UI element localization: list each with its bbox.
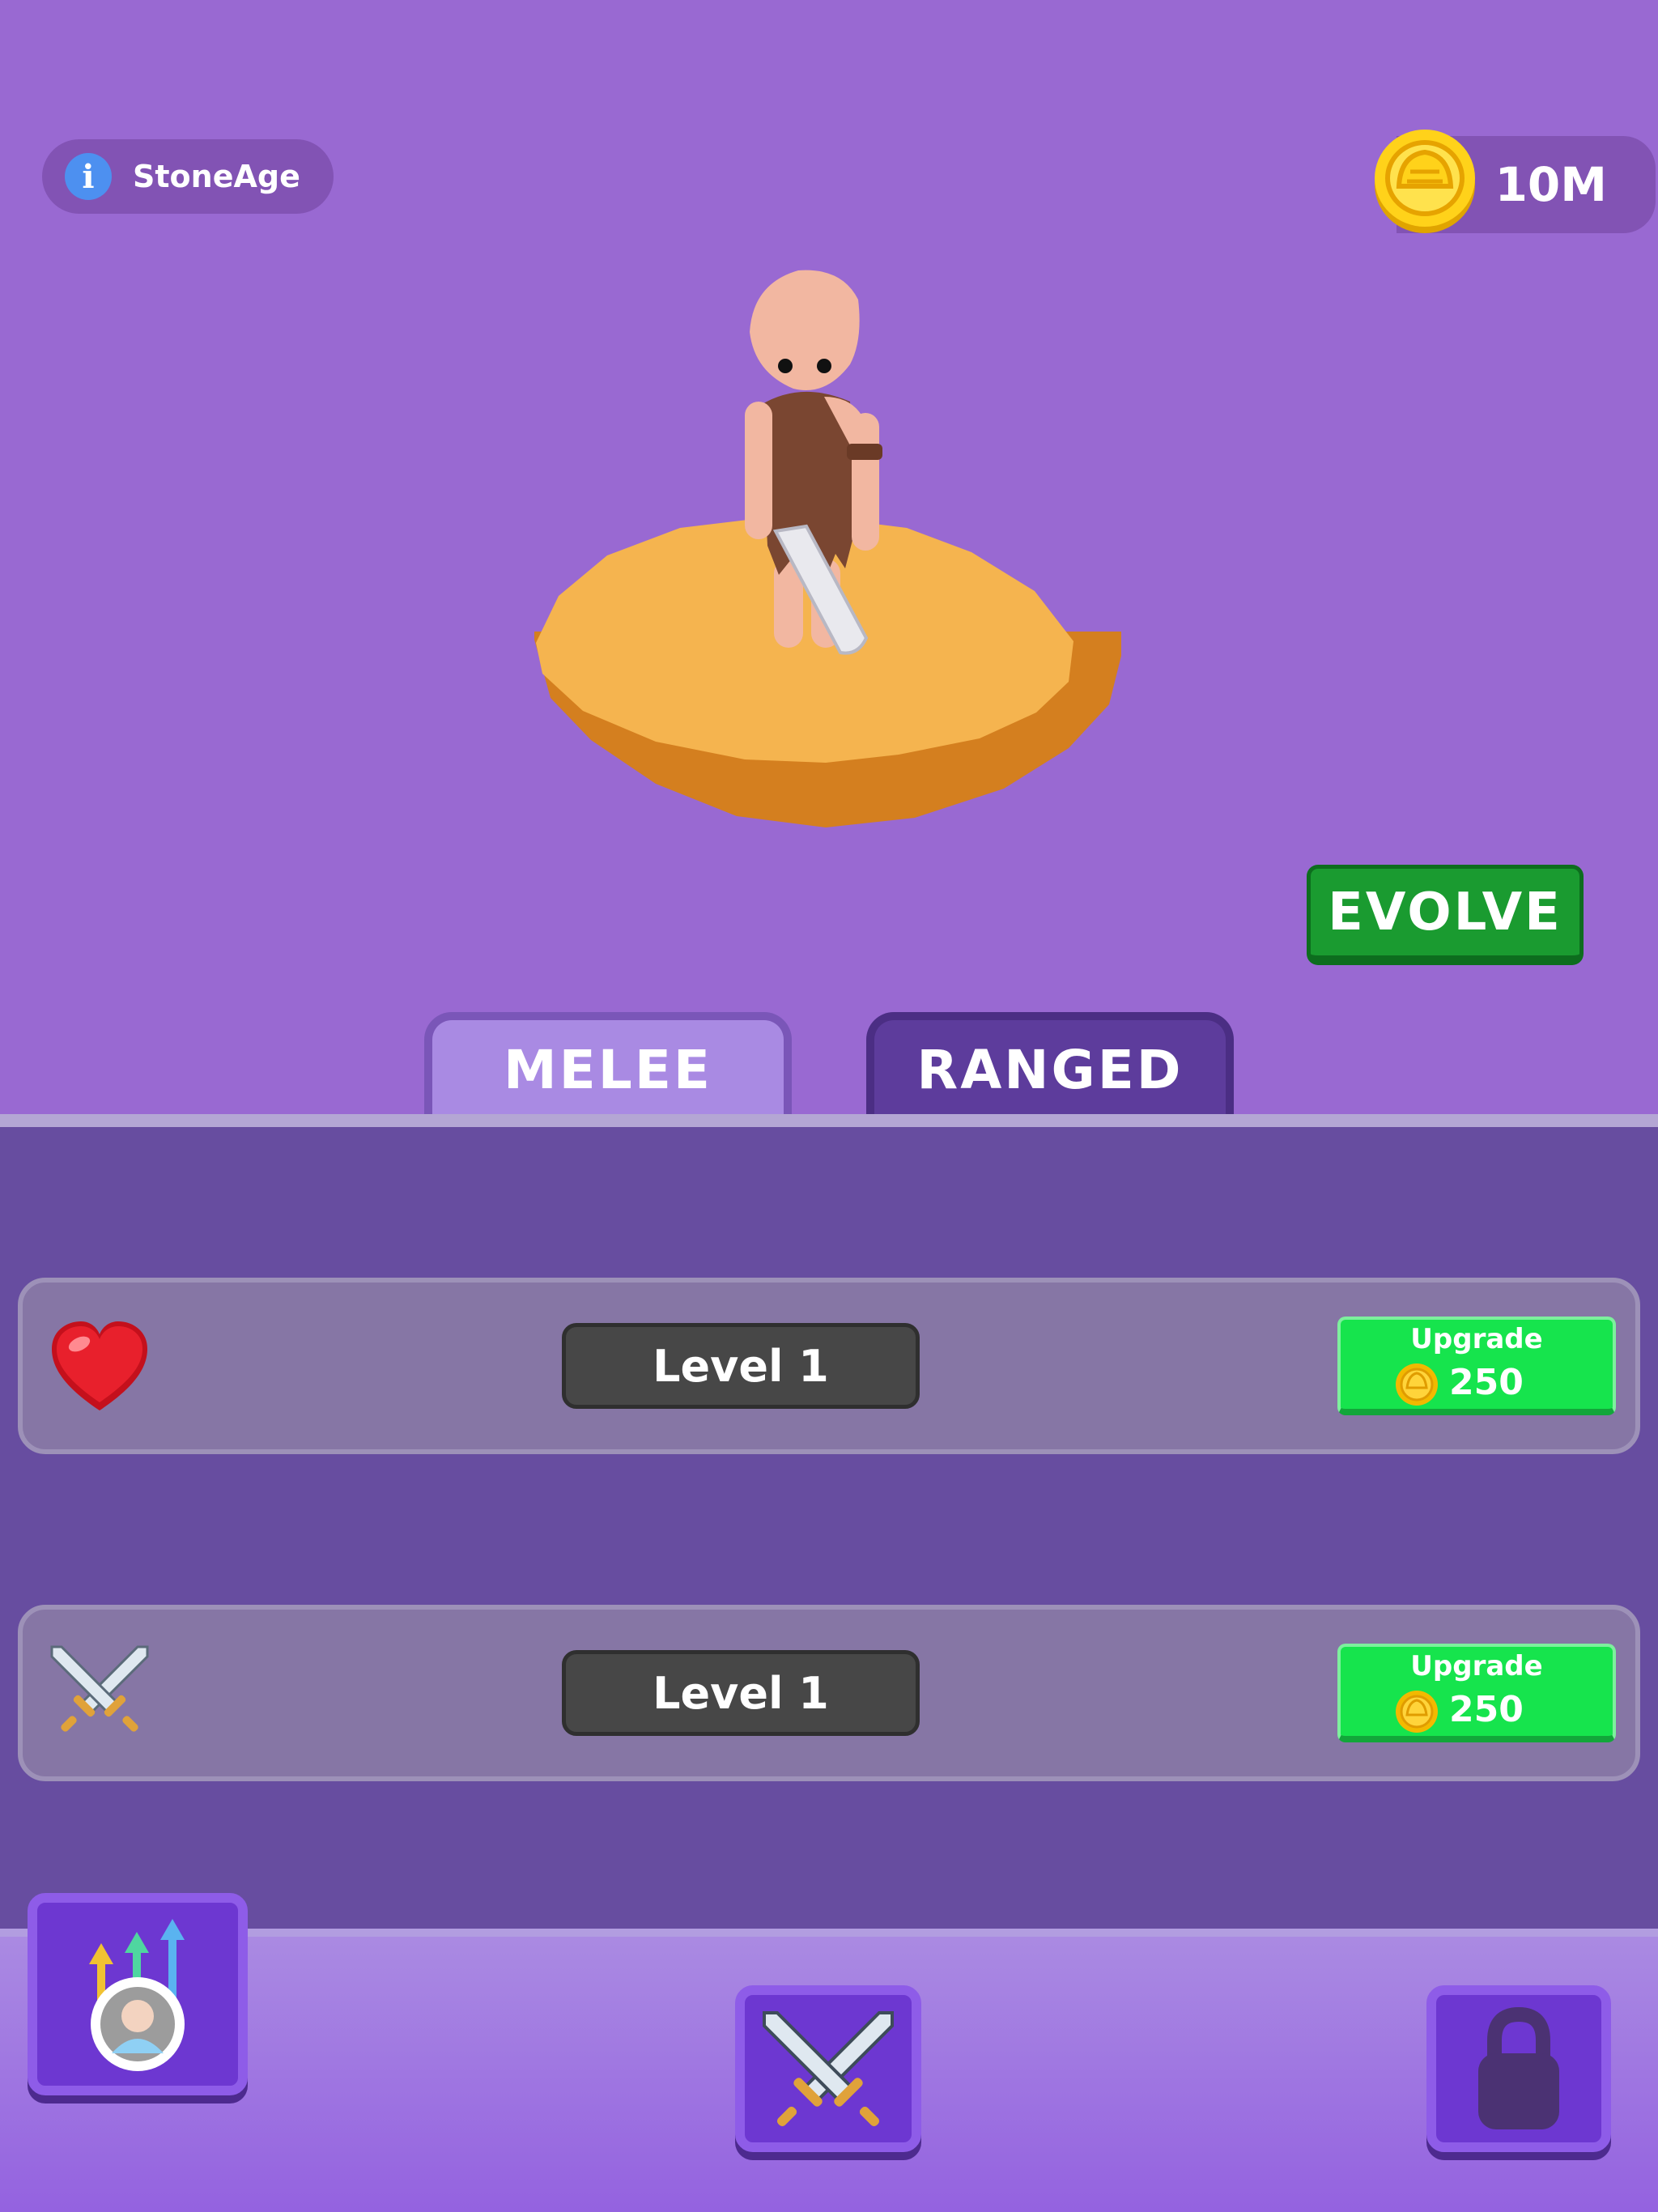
upgrade-cost: 250 <box>1449 1689 1524 1730</box>
stat-row-health: Level 1 Upgrade 250 <box>18 1278 1640 1454</box>
lock-icon <box>1478 2006 1559 2129</box>
upgrade-label: Upgrade <box>1410 1650 1543 1682</box>
evolve-button[interactable]: EVOLVE <box>1307 865 1584 965</box>
upgrade-panel <box>0 1127 1658 1929</box>
coin-icon <box>1396 1691 1438 1733</box>
gold-coin-icon <box>1375 130 1475 233</box>
crossed-swords-icon <box>763 2011 894 2127</box>
upgrade-cost: 250 <box>1449 1362 1524 1403</box>
tab-ranged[interactable]: RANGED <box>866 1012 1234 1119</box>
character-stage <box>534 270 1121 827</box>
nav-evolution-button[interactable] <box>28 1893 248 2095</box>
upgrade-label: Upgrade <box>1410 1323 1543 1355</box>
coin-amount: 10M <box>1494 157 1607 212</box>
evolution-progress-icon <box>89 1919 185 2071</box>
era-info-pill[interactable]: i StoneAge <box>42 139 334 214</box>
coin-icon <box>1396 1363 1438 1406</box>
crossed-swords-icon <box>50 1645 149 1732</box>
era-label: StoneAge <box>133 159 300 194</box>
upgrade-damage-button[interactable]: Upgrade 250 <box>1337 1644 1616 1742</box>
nav-locked-button[interactable] <box>1426 1985 1611 2152</box>
upgrade-health-button[interactable]: Upgrade 250 <box>1337 1317 1616 1415</box>
heart-icon <box>52 1321 147 1410</box>
info-icon[interactable]: i <box>65 153 112 200</box>
health-level: Level 1 <box>562 1323 920 1409</box>
damage-level: Level 1 <box>562 1650 920 1736</box>
tab-melee[interactable]: MELEE <box>424 1012 792 1119</box>
panel-divider <box>0 1114 1658 1127</box>
nav-battle-button[interactable] <box>735 1985 921 2152</box>
stat-row-damage: Level 1 Upgrade 250 <box>18 1605 1640 1781</box>
